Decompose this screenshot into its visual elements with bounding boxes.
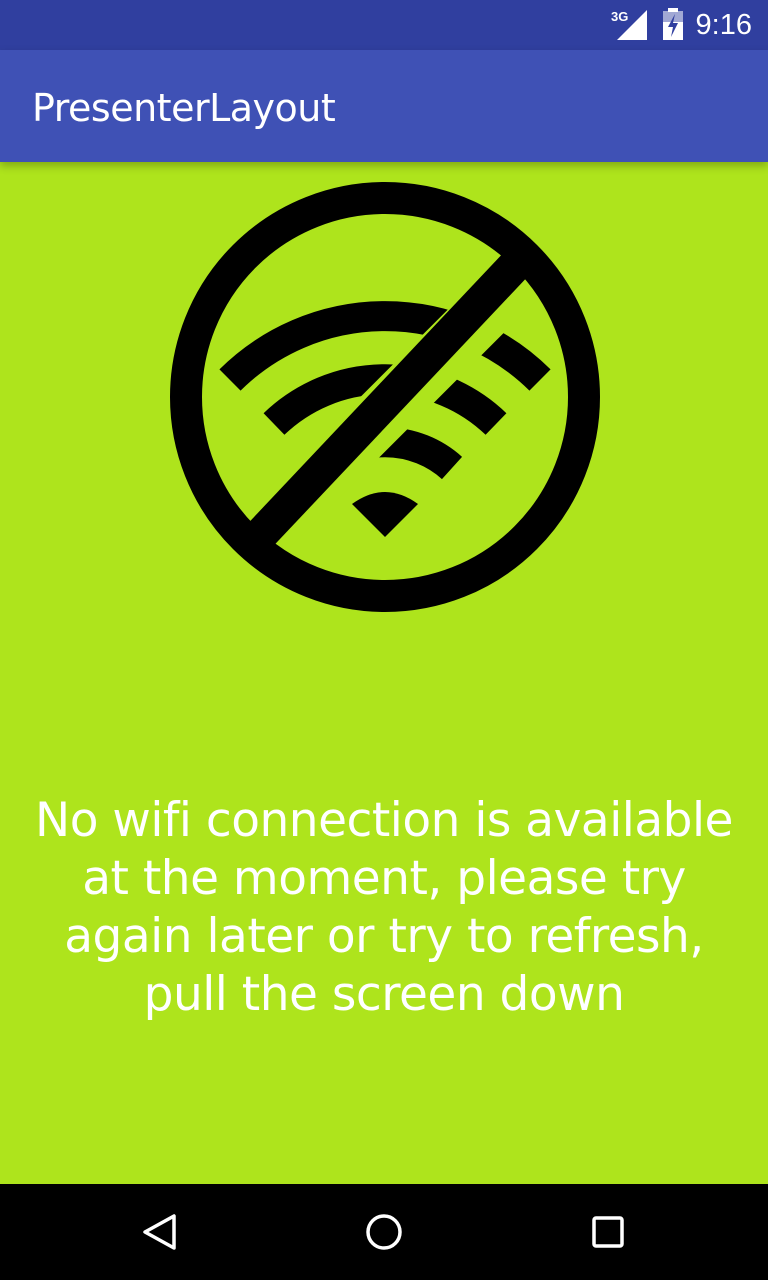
app-bar: PresenterLayout (0, 50, 768, 162)
cell-signal-icon (617, 10, 647, 40)
refresh-container[interactable]: No wifi connection is available at the m… (0, 162, 768, 1184)
navigation-bar (0, 1184, 768, 1280)
no-wifi-icon (170, 182, 600, 612)
status-time: 9:16 (695, 9, 752, 41)
battery-charging-icon (663, 8, 683, 40)
app-title: PresenterLayout (32, 86, 336, 130)
recents-icon[interactable] (588, 1212, 628, 1252)
home-icon[interactable] (364, 1212, 404, 1252)
no-connection-message: No wifi connection is available at the m… (35, 793, 733, 1022)
status-bar: 3G 9:16 (0, 0, 768, 50)
screen: 3G 9:16 PresenterLayout No wifi connecti… (0, 0, 768, 1280)
back-icon[interactable] (140, 1212, 180, 1252)
